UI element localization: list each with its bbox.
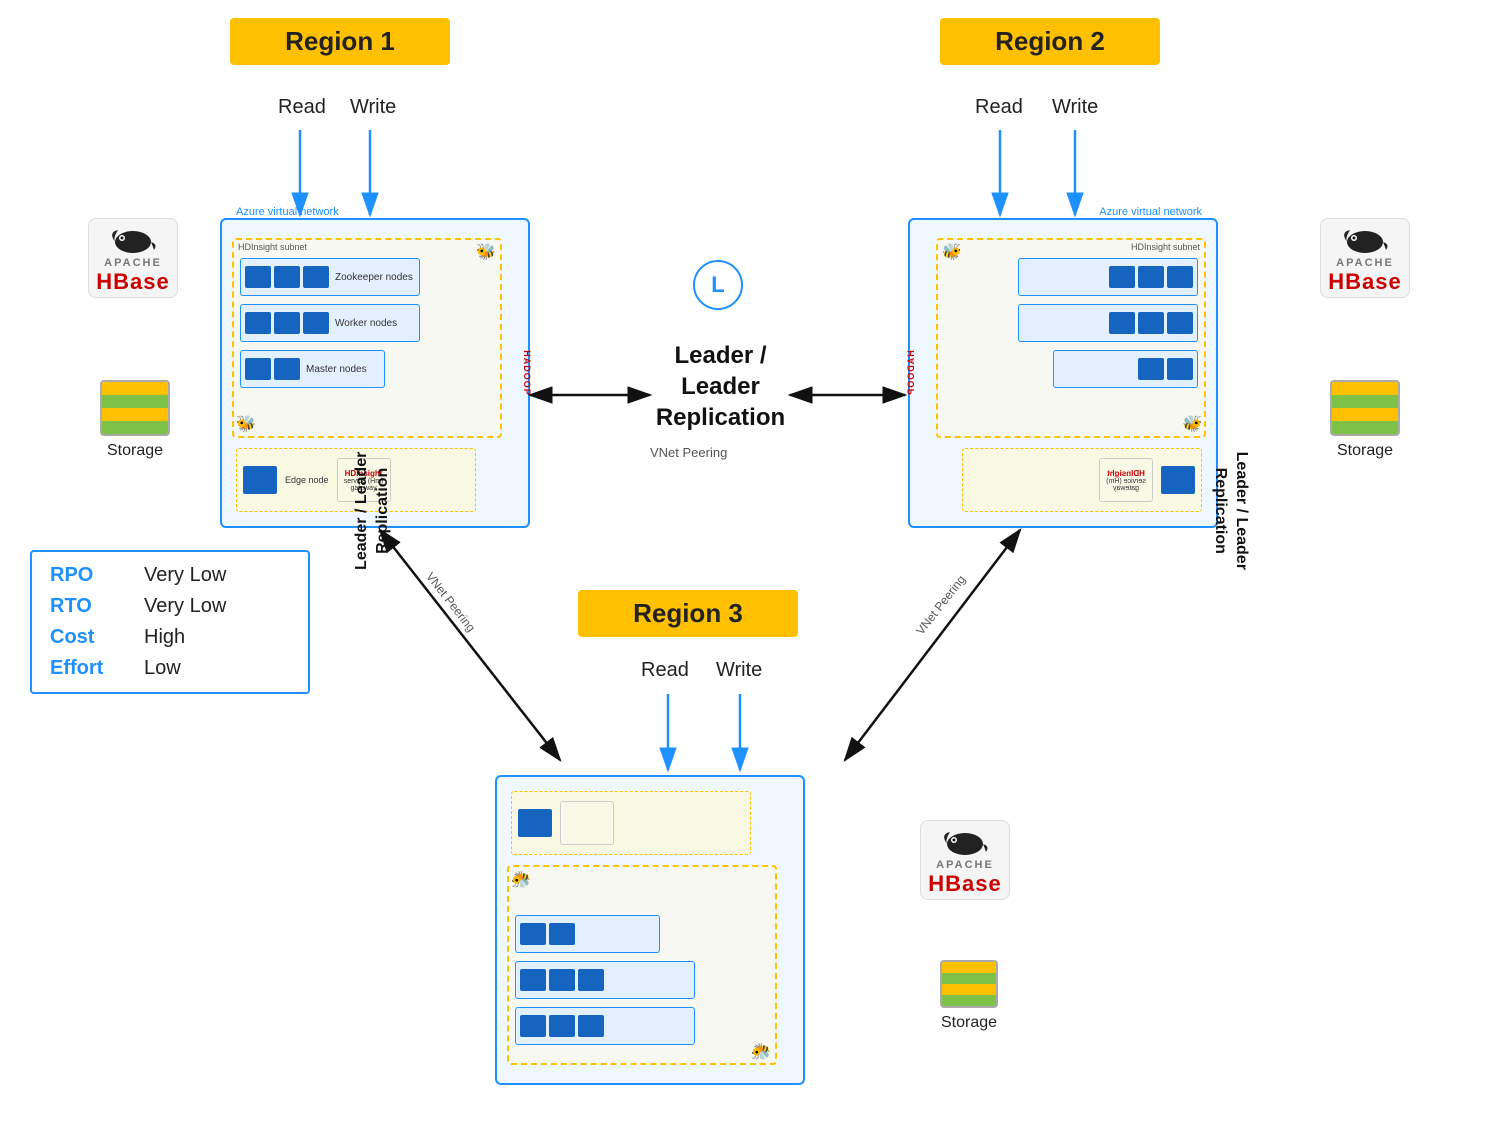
hdinsight-subnet-label-r2: HDInsight subnet (1131, 242, 1200, 252)
region1-write-label: Write (350, 96, 396, 119)
edge-node-label-r1: Edge node (285, 475, 329, 485)
region1-banner: Region 1 (230, 18, 450, 65)
region1-read-label: Read (278, 96, 326, 119)
storage-label-r1: Storage (107, 442, 163, 460)
hbase-logo-r3: APACHE HBase (920, 820, 1010, 900)
region2-azure-vnet-label: Azure virtual network (1095, 206, 1206, 218)
hbase-text-r2: HBase (1328, 269, 1401, 295)
cost-val: High (144, 626, 185, 649)
diagram-container: Region 1 Region 2 Region 3 Read Write Re… (0, 0, 1485, 1138)
hbase-whale-icon-r1 (108, 222, 158, 257)
hbase-whale-icon-r3 (940, 824, 990, 859)
storage-label-r2: Storage (1337, 442, 1393, 460)
apache-text-r1: APACHE (104, 257, 162, 269)
storage-label-r3: Storage (941, 1014, 997, 1032)
region3-read-label: Read (641, 659, 689, 682)
region2-cluster: Azure virtual network HDInsight subnet (908, 218, 1218, 528)
vnet-peering-label-left: VNet Peering (423, 570, 478, 635)
zookeeper-label-r1: Zookeeper nodes (335, 272, 413, 283)
storage-icon-r3: Storage (940, 960, 998, 1032)
region2-read-label: Read (975, 96, 1023, 119)
rto-val: Very Low (144, 595, 226, 618)
hbase-text-r3: HBase (928, 871, 1001, 897)
effort-key: Effort (50, 657, 120, 680)
rpo-val: Very Low (144, 564, 226, 587)
region3-write-label: Write (716, 659, 762, 682)
effort-val: Low (144, 657, 181, 680)
worker-label-r1: Worker nodes (335, 318, 397, 329)
region3-cluster: 🐝 🐝 (495, 775, 805, 1085)
circle-l-icon: L (693, 260, 743, 310)
region2-banner: Region 2 (940, 18, 1160, 65)
cost-key: Cost (50, 626, 120, 649)
storage-icon-r1: Storage (100, 380, 170, 460)
storage-icon-r2: Storage (1330, 380, 1400, 460)
rto-key: RTO (50, 595, 120, 618)
apache-text-r2: APACHE (1336, 257, 1394, 269)
hbase-logo-r1: APACHE HBase (88, 218, 178, 298)
region3-banner: Region 3 (578, 590, 798, 637)
region2-write-label: Write (1052, 96, 1098, 119)
master-label-r1: Master nodes (306, 364, 367, 375)
leader-replication-left-label: Leader / Leader Replication (352, 411, 394, 611)
rpo-key: RPO (50, 564, 120, 587)
leader-replication-right-label: Leader / Leader Replication (1209, 411, 1251, 611)
hbase-text-r1: HBase (96, 269, 169, 295)
hdinsight-subnet-label: HDInsight subnet (238, 242, 307, 252)
hadoop-label-r1: HADOOP (522, 350, 532, 396)
region1-azure-vnet-label: Azure virtual network (232, 206, 343, 218)
vnet-peering-label-h: VNet Peering (650, 445, 727, 460)
hbase-logo-r2: APACHE HBase (1320, 218, 1410, 298)
leader-replication-label: Leader / Leader Replication (633, 340, 808, 434)
vnet-peering-label-right: VNet Peering (913, 573, 968, 638)
info-box: RPO Very Low RTO Very Low Cost High Effo… (30, 550, 310, 694)
hbase-whale-icon-r2 (1340, 222, 1390, 257)
apache-text-r3: APACHE (936, 859, 994, 871)
